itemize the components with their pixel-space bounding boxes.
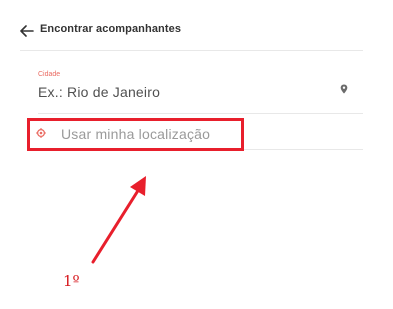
step-number-label: 1º [63,272,80,290]
app-header: Encontrar acompanhantes [0,0,393,52]
arrow-left-icon[interactable] [20,25,34,37]
location-divider [244,149,363,150]
header-divider [20,50,363,51]
page-title: Encontrar acompanhantes [40,23,182,35]
city-field-label: Cidade [38,71,61,78]
use-my-location-label: Usar minha localização [61,126,211,142]
location-target-icon [36,128,46,138]
use-my-location-option[interactable]: Usar minha localização [27,118,244,151]
city-field-divider [38,113,363,114]
city-field[interactable]: Cidade Ex.: Rio de Janeiro [38,64,363,110]
page: Encontrar acompanhantes Cidade Ex.: Rio … [0,0,393,309]
city-input[interactable]: Ex.: Rio de Janeiro [38,84,160,100]
map-pin-icon [340,84,348,94]
